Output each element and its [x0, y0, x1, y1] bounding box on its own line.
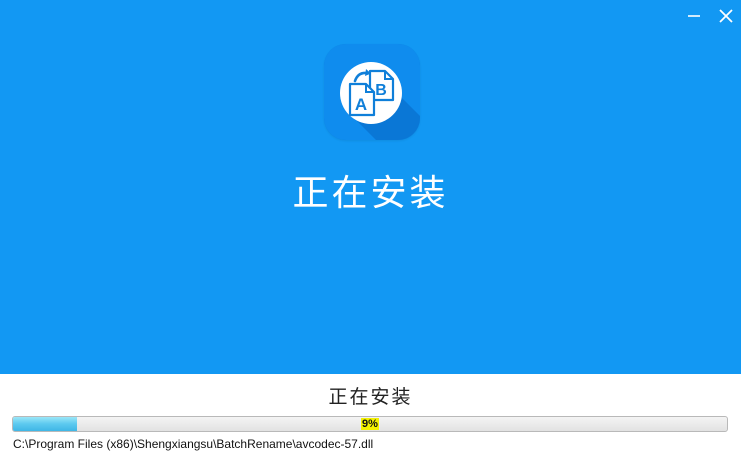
install-status-title: 正在安装 — [328, 386, 413, 408]
letter-b: B — [375, 82, 387, 99]
current-file-path: C:\Program Files (x86)\Shengxiangsu\Batc… — [13, 437, 374, 451]
minimize-icon — [688, 15, 700, 17]
install-progress-bar: 9% — [12, 416, 728, 432]
minimize-button[interactable] — [682, 4, 706, 28]
installer-header: B A 正在安装 — [0, 0, 741, 374]
letter-a: A — [355, 95, 367, 114]
app-logo: B A — [324, 44, 420, 140]
close-button[interactable] — [714, 4, 738, 28]
close-icon — [719, 9, 733, 23]
batch-rename-document-icon: B A — [324, 44, 420, 140]
progress-percent-label: 9% — [361, 418, 379, 430]
hero-title: 正在安装 — [292, 173, 449, 214]
